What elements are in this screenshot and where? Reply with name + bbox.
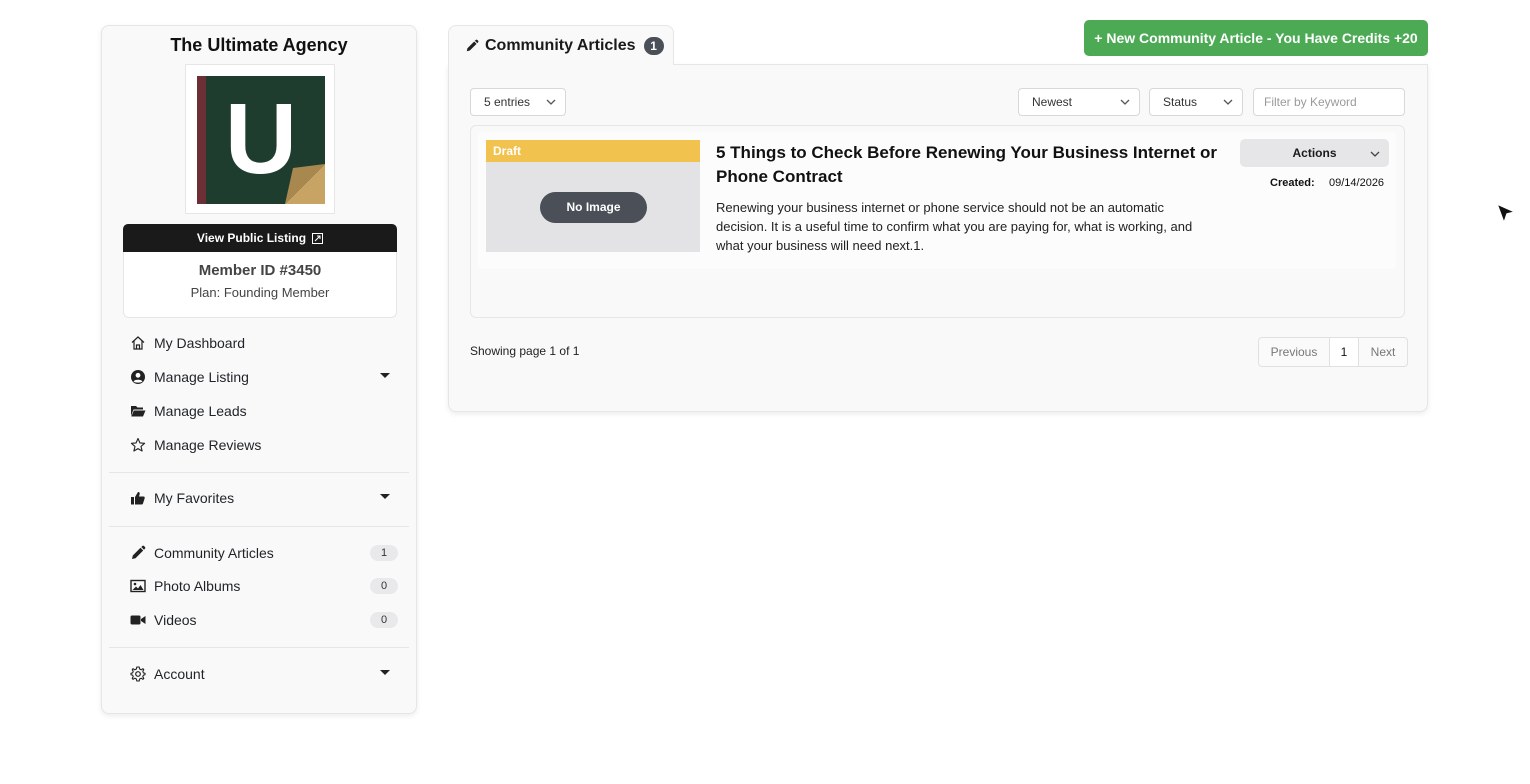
- caret-down-icon: [380, 373, 390, 378]
- sidebar-item-photo-albums[interactable]: Photo Albums 0: [130, 574, 398, 598]
- sidebar-item-label: Account: [154, 666, 205, 682]
- no-image-placeholder: No Image: [540, 192, 647, 223]
- pagination: Previous 1 Next: [1258, 337, 1408, 367]
- previous-page-button[interactable]: Previous: [1259, 338, 1330, 366]
- pencil-icon: [465, 39, 479, 53]
- sidebar-item-manage-reviews[interactable]: Manage Reviews: [130, 433, 390, 457]
- sidebar-item-account[interactable]: Account: [130, 662, 390, 686]
- member-id: Member ID #3450: [198, 262, 322, 279]
- logo-image: U: [197, 76, 325, 204]
- mouse-cursor-icon: [1496, 203, 1516, 224]
- actions-label: Actions: [1292, 146, 1337, 160]
- sidebar-divider: [109, 526, 409, 527]
- sort-select[interactable]: Newest: [1018, 88, 1140, 116]
- user-circle-icon: [130, 369, 146, 385]
- member-card: Member ID #3450 Plan: Founding Member: [123, 252, 397, 318]
- image-icon: [130, 578, 146, 594]
- status-select[interactable]: Status: [1149, 88, 1243, 116]
- sidebar-item-favorites[interactable]: My Favorites: [130, 486, 390, 510]
- tab-count-badge: 1: [643, 36, 664, 55]
- article-thumbnail[interactable]: Draft No Image: [486, 140, 700, 252]
- star-icon: [130, 437, 146, 453]
- count-badge: 0: [370, 578, 398, 594]
- keyword-filter-input[interactable]: [1253, 88, 1405, 116]
- sidebar-item-label: Manage Listing: [154, 369, 249, 385]
- chevron-down-icon: [1120, 99, 1130, 105]
- sidebar-item-dashboard[interactable]: My Dashboard: [130, 331, 390, 355]
- tab-community-articles[interactable]: Community Articles 1: [448, 25, 674, 65]
- external-link-icon: [312, 232, 324, 244]
- sort-select-value: Newest: [1032, 95, 1073, 109]
- sidebar-divider: [109, 647, 409, 648]
- status-select-value: Status: [1163, 95, 1198, 109]
- sidebar: The Ultimate Agency U View Public Listin…: [101, 25, 417, 714]
- caret-down-icon: [380, 494, 390, 499]
- agency-logo: U: [185, 64, 335, 214]
- member-plan: Plan: Founding Member: [190, 285, 330, 300]
- created-date: 09/14/2026: [1329, 177, 1385, 189]
- pagination-info: Showing page 1 of 1: [470, 344, 580, 358]
- article-title[interactable]: 5 Things to Check Before Renewing Your B…: [716, 141, 1221, 189]
- sidebar-divider: [109, 472, 409, 473]
- new-community-article-button[interactable]: + New Community Article - You Have Credi…: [1084, 20, 1428, 56]
- article-excerpt: Renewing your business internet or phone…: [716, 200, 1193, 253]
- sidebar-item-label: My Favorites: [154, 490, 235, 506]
- next-page-button[interactable]: Next: [1359, 338, 1407, 366]
- pencil-icon: [130, 545, 146, 561]
- caret-down-icon: [380, 670, 390, 675]
- chevron-down-icon: [1223, 99, 1233, 105]
- sidebar-item-manage-leads[interactable]: Manage Leads: [130, 399, 390, 423]
- view-public-listing-button[interactable]: View Public Listing: [123, 224, 397, 252]
- gear-icon: [130, 666, 146, 682]
- home-icon: [130, 335, 146, 351]
- chevron-down-icon: [1370, 151, 1380, 157]
- count-badge: 1: [370, 545, 398, 561]
- page-number-button[interactable]: 1: [1330, 338, 1359, 366]
- sidebar-item-label: Community Articles: [154, 545, 274, 561]
- video-camera-icon: [130, 612, 146, 628]
- sidebar-item-label: Photo Albums: [154, 578, 241, 594]
- tab-label: Community Articles: [485, 36, 636, 54]
- count-badge: 0: [370, 612, 398, 628]
- entries-select-value: 5 entries: [484, 95, 531, 109]
- sidebar-item-label: Videos: [154, 612, 197, 628]
- actions-dropdown-button[interactable]: Actions: [1240, 139, 1389, 167]
- agency-name: The Ultimate Agency: [170, 35, 348, 55]
- sidebar-item-label: Manage Leads: [154, 403, 247, 419]
- chevron-down-icon: [546, 99, 556, 105]
- sidebar-item-manage-listing[interactable]: Manage Listing: [130, 365, 390, 389]
- entries-select[interactable]: 5 entries: [470, 88, 566, 116]
- sidebar-item-videos[interactable]: Videos 0: [130, 608, 398, 632]
- created-label: Created:: [1270, 177, 1315, 189]
- view-public-listing-label: View Public Listing: [196, 231, 307, 245]
- thumbs-up-icon: [130, 490, 146, 506]
- folder-open-icon: [130, 403, 146, 419]
- status-badge: Draft: [486, 140, 700, 162]
- logo-letter: U: [225, 83, 297, 195]
- sidebar-item-label: My Dashboard: [154, 335, 246, 351]
- sidebar-item-label: Manage Reviews: [154, 437, 262, 453]
- sidebar-item-community-articles[interactable]: Community Articles 1: [130, 541, 398, 565]
